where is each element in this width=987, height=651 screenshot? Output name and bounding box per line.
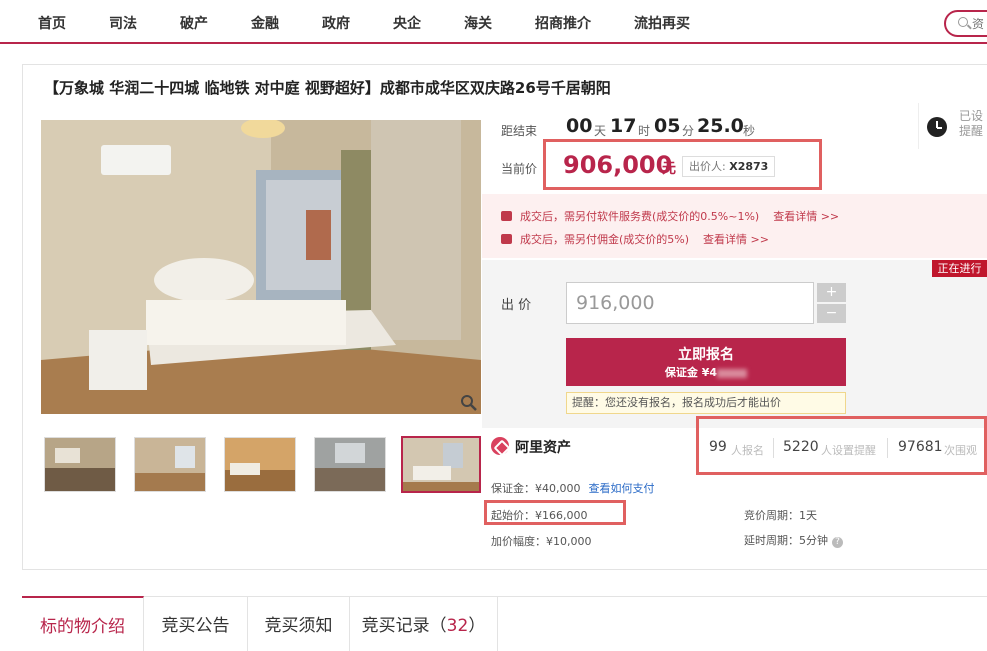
nav-item-soe[interactable]: 央企 bbox=[393, 13, 421, 33]
bid-label: 出 价 bbox=[501, 298, 532, 313]
registered-label: 人报名 bbox=[731, 444, 764, 457]
divider bbox=[887, 438, 888, 458]
thumbnail[interactable] bbox=[224, 437, 296, 492]
bid-tip: 提醒：您还没有报名，报名成功后才能出价 bbox=[566, 392, 846, 414]
bag-icon bbox=[501, 234, 512, 244]
bag-icon bbox=[501, 211, 512, 221]
listing-title: 【万象城 华润二十四城 临地铁 对中庭 视野超好】成都市成华区双庆路26号千居朝… bbox=[44, 79, 611, 97]
status-badge: 正在进行 bbox=[932, 260, 987, 277]
register-button[interactable]: 立即报名 保证金 ¥4 bbox=[566, 338, 846, 386]
register-button-label: 立即报名 bbox=[678, 347, 734, 363]
views-label: 次围观 bbox=[944, 444, 977, 457]
thumbnail[interactable] bbox=[314, 437, 386, 492]
tab-bid-records[interactable]: 竞买记录（32） bbox=[350, 597, 498, 651]
thumbnail-image bbox=[403, 438, 479, 491]
countdown-minutes-unit: 分 bbox=[682, 124, 695, 138]
top-nav: 首页 司法 破产 金融 政府 央企 海关 招商推介 流拍再买 bbox=[0, 0, 987, 44]
tab-bid-records-suffix: ） bbox=[468, 616, 486, 636]
fee-row-commission: 成交后，需另付佣金(成交价的5%) 查看详情 >> bbox=[501, 231, 769, 247]
bidder-badge: 出价人: X2873 bbox=[682, 156, 776, 177]
nav-item-government[interactable]: 政府 bbox=[322, 13, 350, 33]
decrease-bid-button[interactable]: − bbox=[817, 304, 846, 323]
thumbnail-image bbox=[225, 438, 295, 491]
nav-item-investment[interactable]: 招商推介 bbox=[535, 13, 591, 33]
nav-item-finance[interactable]: 金融 bbox=[251, 13, 279, 33]
search-icon bbox=[958, 17, 968, 27]
countdown-hours: 17 bbox=[610, 115, 637, 137]
bidder-label: 出价人: bbox=[689, 160, 726, 173]
fee-notice bbox=[482, 194, 987, 258]
nav-item-home[interactable]: 首页 bbox=[38, 13, 66, 33]
search-input[interactable] bbox=[972, 14, 987, 33]
current-price-unit: 元 bbox=[662, 161, 676, 177]
reminder-toggle[interactable]: 已设提醒 bbox=[918, 103, 987, 149]
how-to-pay-link[interactable]: 查看如何支付 bbox=[589, 482, 655, 495]
thumbnail-image bbox=[135, 438, 205, 491]
reminders-label: 人设置提醒 bbox=[821, 444, 876, 457]
clock-icon bbox=[927, 117, 947, 137]
bid-records-count: 32 bbox=[446, 616, 469, 636]
search-box[interactable] bbox=[944, 10, 987, 37]
countdown-hours-unit: 时 bbox=[638, 124, 651, 138]
tab-bid-records-label: 竞买记录（ bbox=[361, 616, 447, 636]
deposit-text: 保证金：¥40,000 bbox=[491, 482, 581, 495]
detail-tabs: 标的物介绍 竞买公告 竞买须知 竞买记录（32） bbox=[22, 596, 987, 651]
fee-row-service: 成交后，需另付软件服务费(成交价的0.5%~1%) 查看详情 >> bbox=[501, 208, 839, 224]
fee-text: 成交后，需另付软件服务费(成交价的0.5%~1%) bbox=[520, 210, 760, 223]
register-deposit: 保证金 ¥4 bbox=[566, 364, 846, 380]
tab-announcement[interactable]: 竞买公告 bbox=[144, 597, 248, 651]
countdown-seconds: 25.0 bbox=[697, 115, 744, 137]
fee-text: 成交后，需另付佣金(成交价的5%) bbox=[520, 233, 690, 246]
current-price: 906,000 bbox=[563, 151, 673, 179]
fee-detail-link[interactable]: 查看详情 >> bbox=[773, 210, 839, 223]
countdown-days-unit: 天 bbox=[594, 124, 607, 138]
current-price-label: 当前价 bbox=[501, 162, 538, 176]
thumbnail[interactable] bbox=[134, 437, 206, 492]
thumbnail-image bbox=[315, 438, 385, 491]
alibaba-assets-logo-icon bbox=[491, 437, 509, 455]
redacted-amount bbox=[717, 368, 748, 378]
registered-count: 99 bbox=[709, 439, 727, 455]
start-price: 起始价：¥166,000 bbox=[491, 509, 588, 522]
deposit-prefix: 保证金 ¥4 bbox=[664, 366, 718, 379]
delay-cycle-text: 延时周期：5分钟 bbox=[744, 534, 828, 547]
countdown-minutes: 05 bbox=[654, 115, 681, 137]
tab-item-intro[interactable]: 标的物介绍 bbox=[22, 596, 144, 651]
nav-item-resale[interactable]: 流拍再买 bbox=[634, 13, 690, 33]
nav-item-customs[interactable]: 海关 bbox=[464, 13, 492, 33]
deposit-info: 保证金：¥40,000 查看如何支付 bbox=[491, 480, 655, 496]
thumbnail-active[interactable] bbox=[401, 436, 481, 493]
reminder-label: 已设提醒 bbox=[959, 109, 984, 138]
increase-bid-button[interactable]: + bbox=[817, 283, 846, 302]
countdown-days: 00 bbox=[566, 115, 593, 137]
zoom-icon[interactable] bbox=[460, 394, 478, 412]
nav-item-judicial[interactable]: 司法 bbox=[109, 13, 137, 33]
reminders-count: 5220 bbox=[783, 439, 819, 455]
nav-item-bankruptcy[interactable]: 破产 bbox=[180, 13, 208, 33]
bedroom-photo bbox=[41, 120, 481, 414]
help-icon[interactable]: ? bbox=[832, 537, 843, 548]
thumbnail-image bbox=[45, 438, 115, 491]
countdown-seconds-unit: 秒 bbox=[743, 124, 756, 138]
bid-cycle-info: 竞价周期：1天 bbox=[744, 509, 817, 522]
countdown-label: 距结束 bbox=[501, 124, 538, 138]
provider-name: 阿里资产 bbox=[515, 440, 571, 456]
tab-notice[interactable]: 竞买须知 bbox=[248, 597, 350, 651]
thumbnail[interactable] bbox=[44, 437, 116, 492]
views-count: 97681 bbox=[898, 439, 943, 455]
bid-amount-input[interactable] bbox=[566, 282, 814, 324]
delay-cycle-info: 延时周期：5分钟? bbox=[744, 532, 843, 548]
divider bbox=[773, 438, 774, 458]
fee-detail-link[interactable]: 查看详情 >> bbox=[703, 233, 769, 246]
bidder-id: X2873 bbox=[729, 160, 769, 173]
increment-info: 加价幅度：¥10,000 bbox=[491, 535, 592, 548]
main-photo[interactable] bbox=[41, 120, 481, 414]
